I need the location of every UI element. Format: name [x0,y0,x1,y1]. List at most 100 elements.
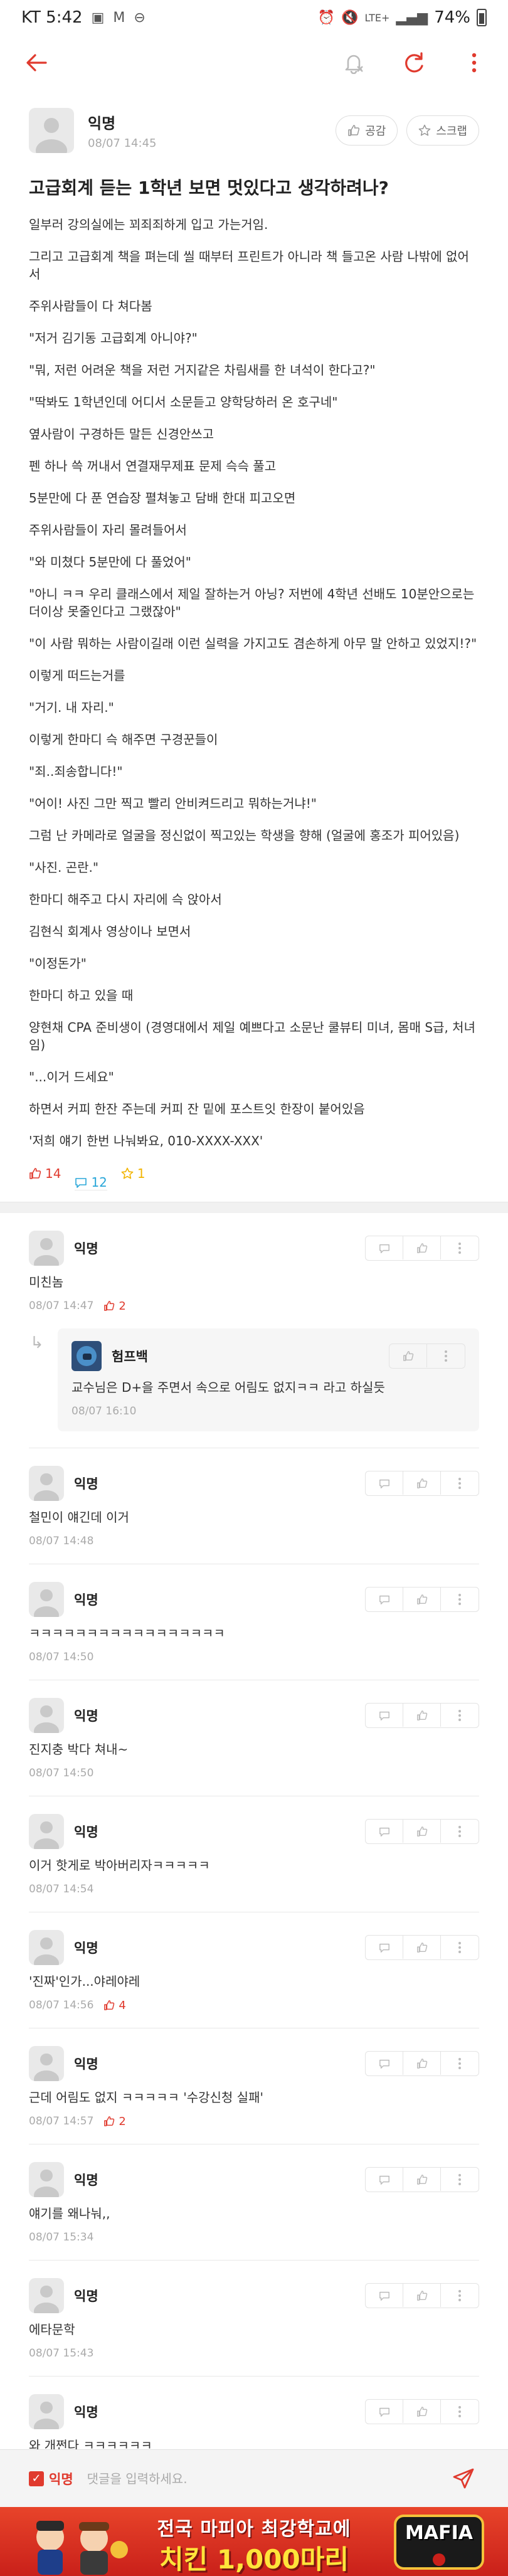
more-menu-button[interactable] [458,46,490,79]
avatar [29,2046,64,2081]
avatar [29,1582,64,1617]
post-paragraph: 주위사람들이 자리 몰려들어서 [29,522,187,538]
comment-more-button[interactable] [441,2052,479,2075]
reply-button[interactable] [366,2284,403,2307]
comment-toolbar [365,2051,479,2076]
reply-toolbar [389,1344,465,1369]
avatar [29,1231,64,1266]
comment-author: 익명 [74,1941,98,1956]
comment-item: 익명 근데 어림도 없지 ㅋㅋㅋㅋㅋ '수강신청 실패' 08/07 14:57 2 [29,2028,479,2144]
comment-item: 익명 철민이 얘긴데 이거 08/07 14:48 [29,1448,479,1564]
like-comment-button[interactable] [403,1471,441,1495]
like-comment-button[interactable] [403,2168,441,2191]
post-body: 일부러 강의실에는 꾀죄죄하게 입고 가는거임. 그리고 고급회계 책을 펴는데 … [29,216,479,1150]
scrap-post-button[interactable]: 스크랩 [406,115,479,146]
comment-more-button[interactable] [441,1820,479,1843]
more-vertical-icon [458,2289,461,2301]
reply-button[interactable] [366,2400,403,2423]
reply-button[interactable] [366,1587,403,1611]
like-comment-button[interactable] [403,2052,441,2075]
comment-more-button[interactable] [441,2400,479,2423]
like-comment-button[interactable] [403,2400,441,2423]
back-arrow-icon [26,54,47,72]
notification-off-button[interactable] [337,46,370,79]
post-paragraph: 그럼 난 카메라로 얼굴을 정신없이 찍고있는 학생을 향해 (얼굴에 홍조가 … [29,828,460,843]
reply-more-button[interactable] [427,1344,465,1367]
post-paragraph: 일부러 강의실에는 꾀죄죄하게 입고 가는거임. [29,217,268,232]
like-reply-button[interactable] [389,1344,427,1367]
like-comment-button[interactable] [403,1820,441,1843]
comment-header: 익명 [29,2162,479,2197]
comment-more-button[interactable] [441,2168,479,2191]
post-comment-count-value: 12 [91,1174,107,1190]
like-comment-button[interactable] [403,1587,441,1611]
thumb-up-icon [416,2290,427,2301]
back-button[interactable] [18,44,55,82]
thumb-up-icon [416,1710,427,1720]
reply-button[interactable] [366,1236,403,1259]
thumb-up-icon [416,1826,427,1837]
like-comment-button[interactable] [403,2284,441,2307]
more-vertical-icon [458,1941,461,1953]
comment-author: 익명 [74,2289,98,2304]
comment-author: 익명 [74,1476,98,1492]
post-paragraph: "어이! 사진 그만 찍고 빨리 안비켜드리고 뭐하는거냐!" [29,796,317,811]
comment-more-button[interactable] [441,1236,479,1259]
reply-text: 교수님은 D+을 주면서 속으로 어림도 없지ㅋㅋ 라고 하실듯 [71,1380,385,1395]
comment-bubble-icon [379,1244,389,1253]
reply-button[interactable] [366,1936,403,1959]
reply-button[interactable] [366,1704,403,1727]
reply-button[interactable] [366,1820,403,1843]
reply-button[interactable] [366,2168,403,2191]
comment-author: 익명 [74,2405,98,2420]
post-paragraph: "뭐, 저런 어려운 책을 저런 거지같은 차림새를 한 녀석이 한다고?" [29,363,376,378]
carrier-time: KT 5:42 [21,8,83,27]
comment-item: 익명 얘기를 왜나눠,, 08/07 15:34 [29,2144,479,2261]
alarm-icon: ⏰ [317,9,336,26]
comment-input[interactable] [87,2471,448,2486]
reply-button[interactable] [366,1471,403,1495]
send-comment-button[interactable] [448,2463,479,2494]
avatar [29,2394,64,2429]
comment-item: 익명 이거 핫게로 박아버리자ㅋㅋㅋㅋㅋ 08/07 14:54 [29,1796,479,1912]
comment-timestamp: 08/07 14:54 [29,1883,94,1895]
status-bar: KT 5:42 ▣ M ⊖ ⏰ 🔇 LTE+ ▂▄▆ 74% [0,0,508,35]
anonymous-toggle[interactable]: ✓ 익명 [29,2469,73,2488]
comment-author: 익명 [74,1709,98,1724]
star-outline-icon [418,124,431,136]
comment-more-button[interactable] [441,1704,479,1727]
refresh-icon [405,52,423,73]
like-comment-button[interactable] [403,1704,441,1727]
comment-toolbar [365,1819,479,1844]
battery-icon [477,9,487,26]
comment-more-button[interactable] [441,2284,479,2307]
like-comment-button[interactable] [403,1936,441,1959]
comment-author: 익명 [74,1825,98,1840]
comment-text: '진짜'인가...야레야레 [29,1974,140,1989]
like-post-button[interactable]: 공감 [336,115,398,146]
gmail-icon: M [113,9,125,26]
comment-more-button[interactable] [441,1471,479,1495]
comment-header: 익명 [29,1930,479,1965]
comment-more-button[interactable] [441,1936,479,1959]
ad-banner[interactable]: 전국 마피아 최강학교에 치킨 1,000마리 MAFIA [0,2507,508,2576]
avatar [71,1341,102,1371]
post-paragraph: "이정돈가" [29,956,87,971]
signal-icon: ▂▄▆ [396,9,428,26]
send-icon [453,2468,474,2488]
comment-toolbar [365,1935,479,1960]
post-author-row: 익명 08/07 14:45 공감 스크랩 [29,108,479,153]
comment-header: 익명 [29,2046,479,2081]
comment-more-button[interactable] [441,1587,479,1611]
comment-timestamp: 08/07 14:56 [29,1999,94,2012]
like-comment-button[interactable] [403,1236,441,1259]
reply-button[interactable] [366,2052,403,2075]
comment-meta: 08/07 14:56 4 [29,1998,479,2013]
comment-meta: 08/07 14:54 [29,1882,479,1897]
refresh-button[interactable] [398,46,430,79]
comment-item: 익명 미친놈 08/07 14:47 2 ↳ 험프백 교수님은 D+을 주면서 속으로 어림… [29,1213,479,1448]
comment-meta: 08/07 15:34 [29,2230,479,2245]
ad-headline: 전국 마피아 최강학교에 [157,2518,351,2540]
post-article: 익명 08/07 14:45 공감 스크랩 고급회계 듣는 1학년 보면 멋있다… [0,108,508,1190]
post-timestamp: 08/07 14:45 [88,137,157,150]
